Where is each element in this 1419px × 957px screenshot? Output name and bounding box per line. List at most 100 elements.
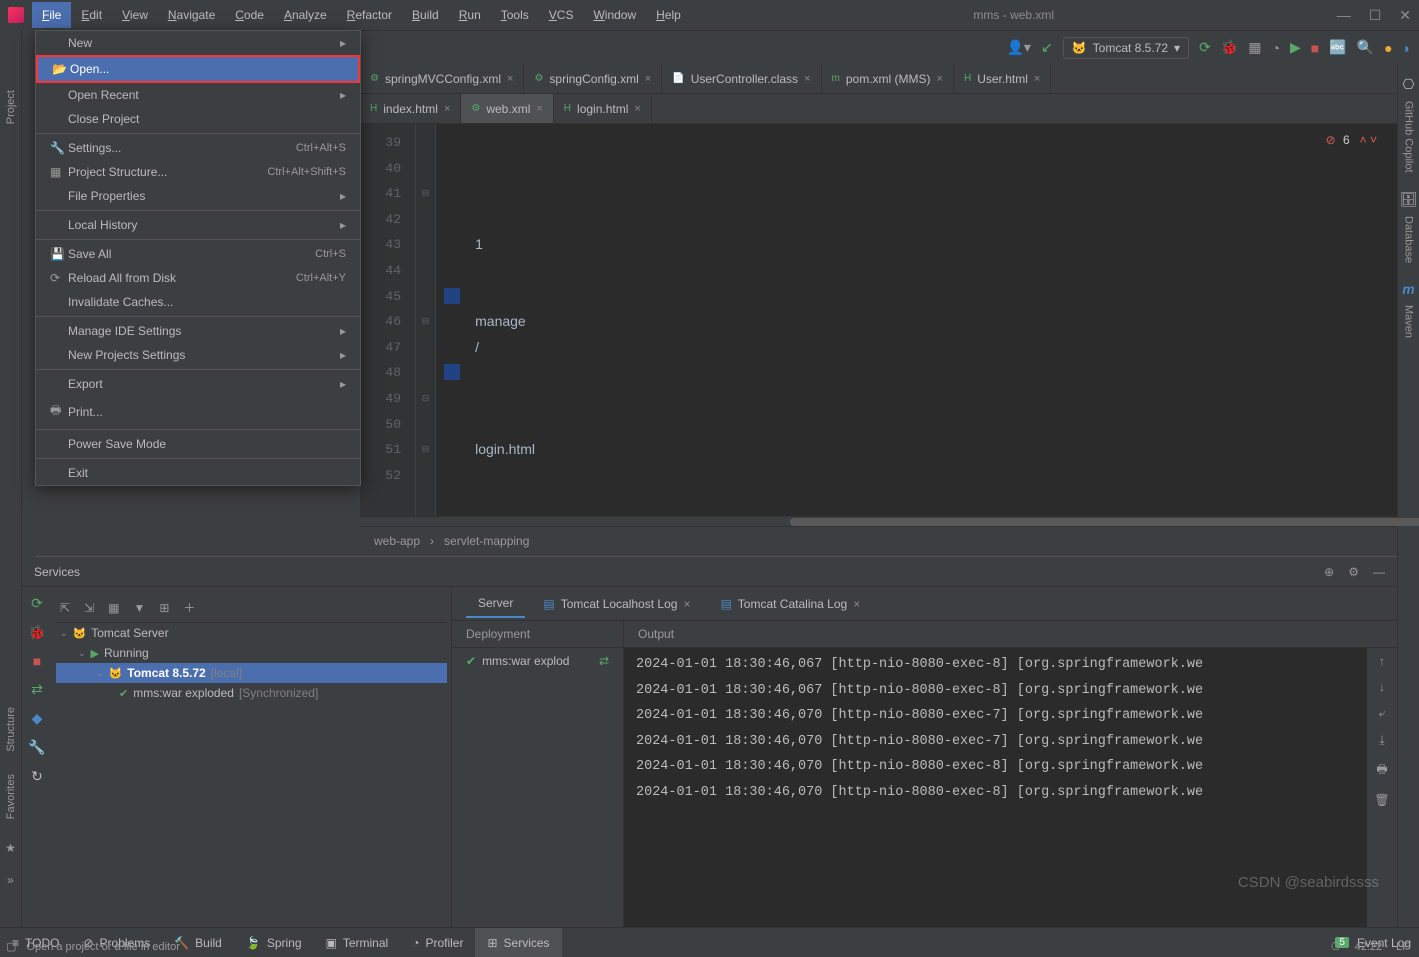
hide-icon[interactable]: — [1373,565,1385,579]
tab-user-html[interactable]: HUser.html× [954,64,1051,93]
stop-icon[interactable]: ■ [33,653,41,669]
target-icon[interactable]: ⊕ [1324,565,1334,579]
code-area[interactable]: ⊘ 6 ˄ ˅ 1 manage / login.html ⊘ 6 ˄ ˅ [436,124,1397,516]
maximize-button[interactable]: ☐ [1369,7,1382,24]
rerun-icon[interactable]: ⟳ [31,595,43,612]
menu-refactor[interactable]: Refactor [337,2,402,28]
refresh-icon[interactable]: ↻ [31,768,43,785]
more-icon[interactable]: » [7,873,14,887]
editor-h-scrollbar[interactable] [360,516,1397,526]
database-icon[interactable]: 🗄 [1400,191,1418,208]
service-tab[interactable]: ▤ Tomcat Catalina Log × [708,591,872,617]
tab-pom-xml-mms-[interactable]: mpom.xml (MMS)× [822,64,954,93]
menu-run[interactable]: Run [449,2,491,28]
sync-icon[interactable]: ⇄ [599,654,609,668]
menu-item-file-properties[interactable]: File Properties▸ [36,184,360,208]
print-icon[interactable]: 🖶 [1376,760,1387,781]
diamond-icon[interactable]: ◆ [32,710,43,727]
layout-icon[interactable]: ⊞ [159,601,169,615]
structure-tool-button[interactable]: Structure [5,707,17,752]
bottom-tab-services[interactable]: ⊞Services [475,928,561,957]
tab-springconfig-xml[interactable]: ⚙springConfig.xml× [524,64,662,93]
minimize-button[interactable]: — [1337,7,1351,24]
tree-node[interactable]: ⌄🐱Tomcat 8.5.72 [local] [56,663,447,683]
coverage-icon[interactable]: ▦ [1248,39,1261,56]
down-icon[interactable]: ↓ [1379,680,1385,694]
bug-icon[interactable]: 🐞 [28,624,45,641]
menu-vcs[interactable]: VCS [539,2,584,28]
copilot-tool-button[interactable]: GitHub Copilot [1403,101,1415,173]
service-tab[interactable]: Server [466,590,525,618]
tab-login-html[interactable]: Hlogin.html× [554,94,652,123]
group-icon[interactable]: ▦ [108,601,119,615]
deploy-icon[interactable]: ⇄ [31,681,43,698]
debug-icon[interactable]: 🐞 [1221,39,1238,56]
run-config-selector[interactable]: 🐱 Tomcat 8.5.72 ▾ [1063,37,1189,59]
collapse-icon[interactable]: ⇲ [84,601,94,615]
tab-usercontroller-class[interactable]: 📄UserController.class× [662,64,821,93]
bottom-tab-terminal[interactable]: ▣Terminal [314,928,401,957]
menu-item-new-projects-settings[interactable]: New Projects Settings▸ [36,343,360,367]
run-icon[interactable]: ⟳ [1199,39,1211,56]
menu-item-close-project[interactable]: Close Project [36,107,360,131]
scroll-end-icon[interactable]: ⤓ [1379,733,1384,748]
up-icon[interactable]: ↑ [1379,654,1385,668]
output-console[interactable]: 2024-01-01 18:30:46,067 [http-nio-8080-e… [624,648,1367,927]
menu-build[interactable]: Build [402,2,449,28]
copilot-icon[interactable]: ◗ [1403,40,1411,56]
menu-item-settings-[interactable]: 🔧Settings...Ctrl+Alt+S [36,136,360,160]
maven-tool-button[interactable]: Maven [1403,305,1415,338]
wrench-icon[interactable]: 🔧 [28,739,45,756]
tab-springmvcconfig-xml[interactable]: ⚙springMVCConfig.xml× [360,64,524,93]
github-icon[interactable]: ⎔ [1402,76,1414,93]
profile-icon[interactable]: ◔ [1271,40,1279,56]
menu-file[interactable]: File [32,2,71,28]
menu-item-reload-all-from-disk[interactable]: ⟳Reload All from DiskCtrl+Alt+Y [36,266,360,290]
breadcrumb-item[interactable]: web-app [374,534,420,548]
menu-help[interactable]: Help [646,2,691,28]
tab-index-html[interactable]: Hindex.html× [360,94,461,123]
vcs-update-icon[interactable]: ↙ [1041,39,1053,56]
user-icon[interactable]: 👤▾ [1007,39,1031,56]
gear-icon[interactable]: ⚙ [1348,565,1359,579]
bottom-tab-spring[interactable]: 🍃Spring [234,928,314,957]
menu-analyze[interactable]: Analyze [274,2,337,28]
menu-item-invalidate-caches-[interactable]: Invalidate Caches... [36,290,360,314]
menu-item-exit[interactable]: Exit [36,461,360,485]
menu-item-project-structure-[interactable]: ▦Project Structure...Ctrl+Alt+Shift+S [36,160,360,184]
deployment-item[interactable]: ✔ mms:war explod ⇄ [452,648,624,674]
tree-node[interactable]: ⌄🐱Tomcat Server [56,623,447,643]
trash-icon[interactable]: 🗑 [1374,793,1389,807]
wrap-icon[interactable]: ⤶ [1379,706,1386,721]
service-tab[interactable]: ▤ Tomcat Localhost Log × [531,591,702,617]
cursor-position[interactable]: 42:22 [1355,941,1383,953]
close-button[interactable]: ✕ [1399,7,1411,24]
status-icon[interactable]: ▢ [6,940,16,953]
menu-tools[interactable]: Tools [491,2,539,28]
stop-icon[interactable]: ■ [1311,40,1319,56]
database-tool-button[interactable]: Database [1403,216,1415,263]
breadcrumb-item[interactable]: servlet-mapping [444,534,529,548]
tree-node[interactable]: ✔mms:war exploded [Synchronized] [56,683,447,703]
favorites-tool-button[interactable]: Favorites [5,774,17,819]
error-indicator[interactable]: ⊘ 6 ˄ ˅ [1326,128,1377,154]
menu-edit[interactable]: Edit [71,2,112,28]
menu-item-print-[interactable]: 🖶Print... [36,396,360,427]
translate-icon[interactable]: 🔤 [1329,39,1346,56]
line-separator[interactable]: LF [1396,941,1409,953]
menu-item-manage-ide-settings[interactable]: Manage IDE Settings▸ [36,319,360,343]
ide-update-icon[interactable]: ● [1384,40,1392,56]
copilot-status-icon[interactable]: ⎔ [1331,940,1341,953]
bottom-tab-profiler[interactable]: ◔Profiler [400,928,475,957]
menu-code[interactable]: Code [225,2,274,28]
menu-item-local-history[interactable]: Local History▸ [36,213,360,237]
expand-icon[interactable]: ⇱ [60,601,70,615]
menu-item-open-[interactable]: 📂Open... [36,55,360,83]
search-icon[interactable]: 🔍 [1357,39,1374,56]
tab-web-xml[interactable]: ⚙web.xml× [461,94,553,123]
menu-window[interactable]: Window [583,2,646,28]
menu-item-export[interactable]: Export▸ [36,372,360,396]
menu-item-new[interactable]: New▸ [36,31,360,55]
menu-navigate[interactable]: Navigate [158,2,225,28]
menu-item-save-all[interactable]: 💾Save AllCtrl+S [36,242,360,266]
